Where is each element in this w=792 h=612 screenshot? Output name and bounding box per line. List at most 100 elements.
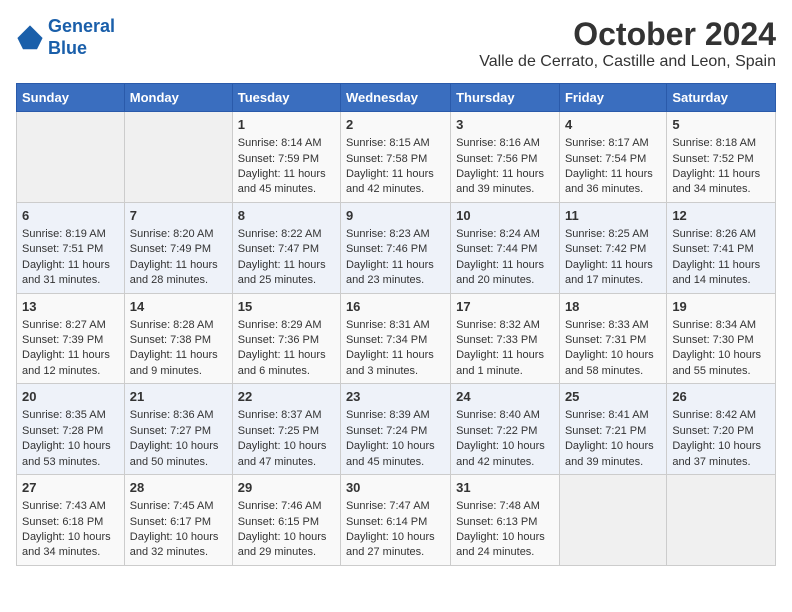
- daylight-text: Daylight: 11 hours and 31 minutes.: [22, 258, 119, 289]
- day-number: 18: [565, 298, 661, 316]
- sunrise-text: Sunrise: 8:35 AM: [22, 408, 119, 423]
- sunrise-text: Sunrise: 8:34 AM: [672, 318, 770, 333]
- calendar-cell: [667, 475, 776, 566]
- sunrise-text: Sunrise: 7:45 AM: [130, 499, 227, 514]
- logo-icon: [16, 24, 44, 52]
- sunrise-text: Sunrise: 8:14 AM: [238, 136, 335, 151]
- daylight-text: Daylight: 10 hours and 34 minutes.: [22, 530, 119, 561]
- sunrise-text: Sunrise: 8:17 AM: [565, 136, 661, 151]
- sunrise-text: Sunrise: 8:32 AM: [456, 318, 554, 333]
- day-number: 7: [130, 207, 227, 225]
- calendar-table: SundayMondayTuesdayWednesdayThursdayFrid…: [16, 83, 776, 566]
- sunset-text: Sunset: 7:25 PM: [238, 424, 335, 439]
- sunrise-text: Sunrise: 8:41 AM: [565, 408, 661, 423]
- calendar-cell: 29Sunrise: 7:46 AMSunset: 6:15 PMDayligh…: [232, 475, 340, 566]
- daylight-text: Daylight: 11 hours and 42 minutes.: [346, 167, 445, 198]
- sunset-text: Sunset: 7:38 PM: [130, 333, 227, 348]
- sunset-text: Sunset: 7:39 PM: [22, 333, 119, 348]
- daylight-text: Daylight: 11 hours and 39 minutes.: [456, 167, 554, 198]
- sunrise-text: Sunrise: 7:47 AM: [346, 499, 445, 514]
- sunrise-text: Sunrise: 7:48 AM: [456, 499, 554, 514]
- sunset-text: Sunset: 7:44 PM: [456, 242, 554, 257]
- daylight-text: Daylight: 11 hours and 6 minutes.: [238, 348, 335, 379]
- logo: GeneralBlue: [16, 16, 115, 59]
- daylight-text: Daylight: 11 hours and 36 minutes.: [565, 167, 661, 198]
- daylight-text: Daylight: 10 hours and 39 minutes.: [565, 439, 661, 470]
- sunset-text: Sunset: 7:36 PM: [238, 333, 335, 348]
- calendar-cell: 21Sunrise: 8:36 AMSunset: 7:27 PMDayligh…: [124, 384, 232, 475]
- sunrise-text: Sunrise: 8:27 AM: [22, 318, 119, 333]
- day-number: 19: [672, 298, 770, 316]
- header-day-thursday: Thursday: [451, 84, 560, 112]
- calendar-cell: 15 Sunrise: 8:29 AMSunset: 7:36 PMDayligh…: [232, 293, 340, 384]
- calendar-cell: 27Sunrise: 7:43 AMSunset: 6:18 PMDayligh…: [17, 475, 125, 566]
- calendar-cell: 19Sunrise: 8:34 AMSunset: 7:30 PMDayligh…: [667, 293, 776, 384]
- day-number: 3: [456, 116, 554, 134]
- daylight-text: Daylight: 11 hours and 3 minutes.: [346, 348, 445, 379]
- sunset-text: Sunset: 7:21 PM: [565, 424, 661, 439]
- calendar-header: SundayMondayTuesdayWednesdayThursdayFrid…: [17, 84, 776, 112]
- day-number: 5: [672, 116, 770, 134]
- day-number: 28: [130, 479, 227, 497]
- calendar-cell: 13 Sunrise: 8:27 AMSunset: 7:39 PMDayligh…: [17, 293, 125, 384]
- day-number: 13: [22, 298, 119, 316]
- sunset-text: Sunset: 7:28 PM: [22, 424, 119, 439]
- calendar-week-5: 27Sunrise: 7:43 AMSunset: 6:18 PMDayligh…: [17, 475, 776, 566]
- sunset-text: Sunset: 7:42 PM: [565, 242, 661, 257]
- sunset-text: Sunset: 7:22 PM: [456, 424, 554, 439]
- header-row: SundayMondayTuesdayWednesdayThursdayFrid…: [17, 84, 776, 112]
- sunset-text: Sunset: 7:41 PM: [672, 242, 770, 257]
- day-number: 20: [22, 388, 119, 406]
- daylight-text: Daylight: 11 hours and 28 minutes.: [130, 258, 227, 289]
- sunrise-text: Sunrise: 8:33 AM: [565, 318, 661, 333]
- sunrise-text: Sunrise: 8:29 AM: [238, 318, 335, 333]
- calendar-cell: 30Sunrise: 7:47 AMSunset: 6:14 PMDayligh…: [340, 475, 450, 566]
- sunrise-text: Sunrise: 8:26 AM: [672, 227, 770, 242]
- day-number: 22: [238, 388, 335, 406]
- daylight-text: Daylight: 10 hours and 29 minutes.: [238, 530, 335, 561]
- sunrise-text: Sunrise: 8:36 AM: [130, 408, 227, 423]
- daylight-text: Daylight: 10 hours and 37 minutes.: [672, 439, 770, 470]
- sunrise-text: Sunrise: 8:40 AM: [456, 408, 554, 423]
- day-number: 11: [565, 207, 661, 225]
- daylight-text: Daylight: 10 hours and 58 minutes.: [565, 348, 661, 379]
- calendar-cell: 2Sunrise: 8:15 AMSunset: 7:58 PMDaylight…: [340, 112, 450, 203]
- daylight-text: Daylight: 10 hours and 55 minutes.: [672, 348, 770, 379]
- day-number: 26: [672, 388, 770, 406]
- sunset-text: Sunset: 7:56 PM: [456, 152, 554, 167]
- day-number: 9: [346, 207, 445, 225]
- calendar-cell: 14Sunrise: 8:28 AMSunset: 7:38 PMDayligh…: [124, 293, 232, 384]
- logo-text: GeneralBlue: [48, 16, 115, 59]
- sunrise-text: Sunrise: 8:37 AM: [238, 408, 335, 423]
- calendar-cell: 4Sunrise: 8:17 AMSunset: 7:54 PMDaylight…: [559, 112, 666, 203]
- day-number: 27: [22, 479, 119, 497]
- day-number: 23: [346, 388, 445, 406]
- day-number: 8: [238, 207, 335, 225]
- day-number: 6: [22, 207, 119, 225]
- daylight-text: Daylight: 10 hours and 50 minutes.: [130, 439, 227, 470]
- calendar-cell: [17, 112, 125, 203]
- sunset-text: Sunset: 7:58 PM: [346, 152, 445, 167]
- daylight-text: Daylight: 10 hours and 53 minutes.: [22, 439, 119, 470]
- calendar-cell: 5Sunrise: 8:18 AMSunset: 7:52 PMDaylight…: [667, 112, 776, 203]
- sunset-text: Sunset: 6:17 PM: [130, 515, 227, 530]
- daylight-text: Daylight: 11 hours and 12 minutes.: [22, 348, 119, 379]
- day-number: 30: [346, 479, 445, 497]
- day-number: 1: [238, 116, 335, 134]
- daylight-text: Daylight: 11 hours and 20 minutes.: [456, 258, 554, 289]
- day-number: 31: [456, 479, 554, 497]
- calendar-cell: 7Sunrise: 8:20 AMSunset: 7:49 PMDaylight…: [124, 202, 232, 293]
- header-day-saturday: Saturday: [667, 84, 776, 112]
- sunset-text: Sunset: 7:20 PM: [672, 424, 770, 439]
- sunset-text: Sunset: 7:24 PM: [346, 424, 445, 439]
- month-title: October 2024: [479, 16, 776, 53]
- sunrise-text: Sunrise: 8:20 AM: [130, 227, 227, 242]
- day-number: 15: [238, 298, 335, 316]
- daylight-text: Daylight: 10 hours and 27 minutes.: [346, 530, 445, 561]
- header-day-monday: Monday: [124, 84, 232, 112]
- sunrise-text: Sunrise: 8:22 AM: [238, 227, 335, 242]
- calendar-cell: 22Sunrise: 8:37 AMSunset: 7:25 PMDayligh…: [232, 384, 340, 475]
- sunset-text: Sunset: 6:18 PM: [22, 515, 119, 530]
- sunset-text: Sunset: 7:27 PM: [130, 424, 227, 439]
- sunrise-text: Sunrise: 8:24 AM: [456, 227, 554, 242]
